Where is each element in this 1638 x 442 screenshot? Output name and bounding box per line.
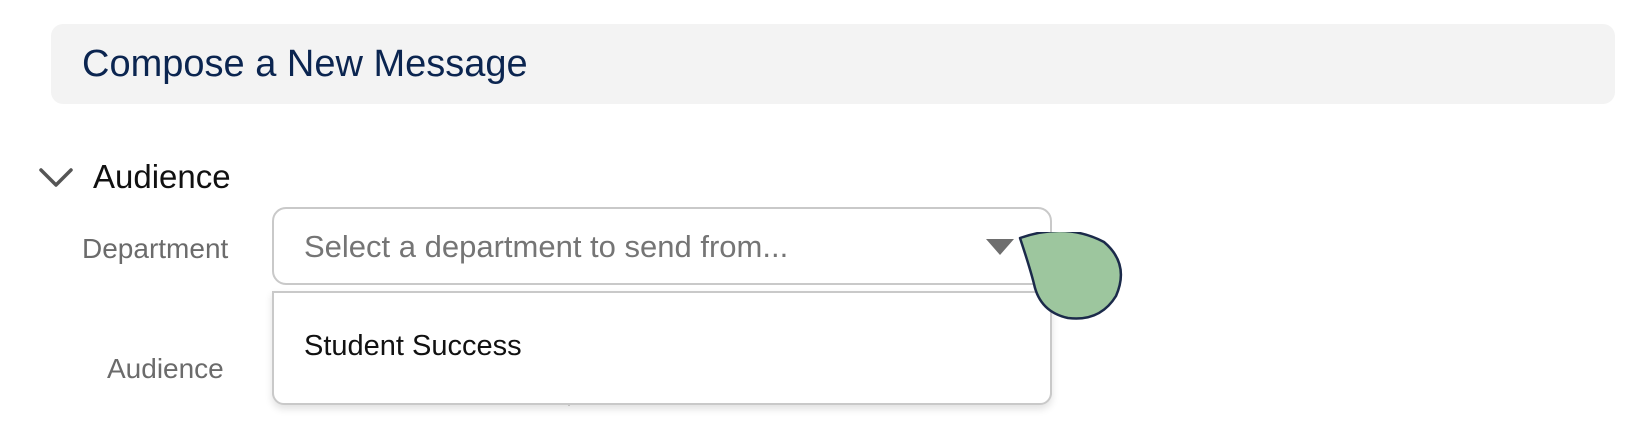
- department-label: Department: [82, 233, 229, 264]
- dropdown-option-label: Student Success: [304, 330, 522, 362]
- department-select[interactable]: Select a department to send from...: [272, 207, 1052, 285]
- compose-page: Compose a New Message Audience Departmen…: [0, 0, 1638, 442]
- caret-down-icon[interactable]: [986, 239, 1014, 255]
- chevron-down-icon[interactable]: [38, 164, 74, 196]
- department-select-placeholder: Select a department to send from...: [304, 229, 789, 264]
- page-title: Compose a New Message: [82, 43, 528, 85]
- dropdown-option-student-success[interactable]: Student Success: [274, 293, 1050, 403]
- department-dropdown-menu: Student Success: [272, 291, 1052, 405]
- audience-label: Audience: [107, 353, 224, 384]
- header-card: Compose a New Message: [51, 24, 1615, 104]
- section-title: Audience: [93, 158, 231, 195]
- section-toggle[interactable]: [38, 164, 74, 196]
